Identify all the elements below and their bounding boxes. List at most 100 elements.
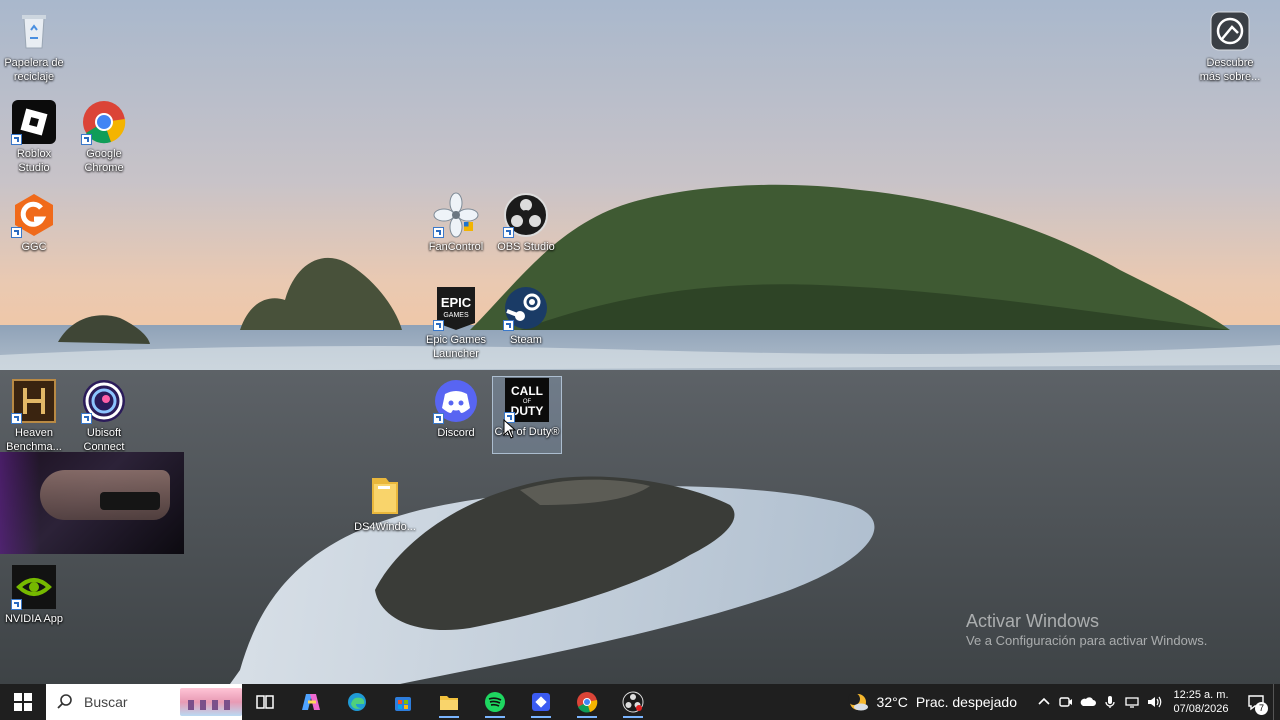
- copilot-icon: [302, 694, 320, 710]
- chrome-button[interactable]: [564, 684, 610, 720]
- clock-date: 07/08/2026: [1173, 703, 1229, 715]
- icon-label: Roblox Studio: [16, 148, 52, 174]
- discover-more-shortcut[interactable]: Descubre más sobre...: [1196, 8, 1264, 84]
- watermark-subtitle: Ve a Configuración para activar Windows.: [966, 633, 1208, 648]
- icon-label: Discord: [437, 427, 475, 439]
- icon-label: Heaven Benchma...: [6, 427, 62, 453]
- microsoft-store-button[interactable]: [380, 684, 426, 720]
- mouse-cursor-icon: [503, 419, 517, 439]
- icon-label: Descubre más sobre...: [1199, 57, 1261, 83]
- app-blue-icon: [532, 693, 550, 711]
- svg-text:DUTY: DUTY: [511, 404, 544, 418]
- ubisoft-connect-shortcut[interactable]: Ubisoft Connect: [70, 378, 138, 454]
- webcam-overlay: [0, 452, 184, 554]
- icon-label: Google Chrome: [84, 148, 124, 174]
- shortcut-arrow-icon: [503, 320, 514, 331]
- chevron-up-icon: [1038, 697, 1050, 705]
- spotify-icon: [485, 692, 505, 712]
- weather-desc: Prac. despejado: [915, 694, 1017, 710]
- recycle-bin-icon: [22, 15, 46, 49]
- shortcut-arrow-icon: [11, 599, 22, 610]
- steam-shortcut[interactable]: Steam: [492, 285, 560, 347]
- heaven-benchmark-shortcut[interactable]: Heaven Benchma...: [0, 378, 68, 454]
- shortcut-arrow-icon: [11, 413, 22, 424]
- weather-temp: 32°C: [876, 694, 908, 710]
- icon-label: OBS Studio: [497, 241, 555, 253]
- svg-text:CALL: CALL: [511, 384, 543, 398]
- windows-logo-icon: [14, 693, 32, 711]
- store-icon: [395, 697, 411, 711]
- file-explorer-button[interactable]: [426, 684, 472, 720]
- cloud-icon: [1080, 697, 1096, 706]
- watermark-title: Activar Windows: [966, 611, 1100, 631]
- edge-icon: [348, 693, 366, 711]
- call-of-duty-shortcut[interactable]: CALL OF DUTY Call of Duty®: [492, 376, 562, 454]
- icon-label: NVIDIA App: [4, 613, 64, 625]
- tray-app-1[interactable]: [1055, 684, 1077, 720]
- show-desktop-button[interactable]: [1273, 684, 1280, 720]
- tray-volume[interactable]: [1143, 684, 1165, 720]
- shortcut-arrow-icon: [81, 134, 92, 145]
- desktop[interactable]: Papelera de reciclaje Roblox Studio Goog…: [0, 0, 1280, 684]
- task-view-button[interactable]: [242, 684, 288, 720]
- taskbar: Buscar 32°C Prac. despejado 12:25 a. m. …: [0, 684, 1280, 720]
- clock-time: 12:25 a. m.: [1173, 689, 1229, 701]
- app-button[interactable]: [518, 684, 564, 720]
- search-placeholder: Buscar: [84, 694, 128, 710]
- edge-button[interactable]: [334, 684, 380, 720]
- tray-network[interactable]: [1121, 684, 1143, 720]
- tray-microphone[interactable]: [1099, 684, 1121, 720]
- spotlight-camera-icon: [1210, 11, 1250, 51]
- search-icon: [57, 694, 72, 709]
- svg-text:EPIC: EPIC: [441, 295, 472, 310]
- wallpaper-beach: [0, 0, 1280, 684]
- shortcut-arrow-icon: [433, 227, 444, 238]
- fancontrol-shortcut[interactable]: FanControl: [422, 192, 490, 254]
- notification-center-button[interactable]: 7: [1239, 684, 1273, 720]
- icon-label: DS4Windo...: [354, 521, 416, 533]
- shortcut-arrow-icon: [11, 134, 22, 145]
- task-view-icon: [256, 695, 274, 709]
- taskbar-search[interactable]: Buscar: [46, 684, 242, 720]
- notification-count: 7: [1255, 702, 1268, 715]
- icon-label: Papelera de reciclaje: [4, 57, 64, 83]
- shortcut-arrow-icon: [433, 320, 444, 331]
- obs-studio-shortcut[interactable]: OBS Studio: [492, 192, 560, 254]
- icon-label: GGC: [21, 241, 47, 253]
- search-highlight-image: [180, 688, 242, 716]
- roblox-studio-shortcut[interactable]: Roblox Studio: [0, 99, 68, 175]
- folder-icon: [372, 478, 398, 514]
- shortcut-arrow-icon: [433, 413, 444, 424]
- activation-watermark: Activar Windows Ve a Configuración para …: [966, 610, 1207, 650]
- folder-icon: [440, 696, 458, 710]
- google-chrome-shortcut[interactable]: Google Chrome: [70, 99, 138, 175]
- spotify-button[interactable]: [472, 684, 518, 720]
- shortcut-arrow-icon: [11, 227, 22, 238]
- nvidia-app-shortcut[interactable]: NVIDIA App: [0, 564, 68, 626]
- tray-overflow-button[interactable]: [1033, 684, 1055, 720]
- obs-icon: [622, 691, 644, 713]
- microphone-icon: [1105, 696, 1115, 708]
- system-tray: 32°C Prac. despejado 12:25 a. m. 07/08/2…: [847, 684, 1280, 720]
- icon-label: Steam: [510, 334, 542, 346]
- chrome-icon: [577, 692, 598, 713]
- obs-studio-button[interactable]: [610, 684, 656, 720]
- icon-label: Epic Games Launcher: [426, 334, 486, 360]
- recycle-bin-icon-shortcut[interactable]: Papelera de reciclaje: [0, 8, 68, 84]
- ggc-shortcut[interactable]: GGC: [0, 192, 68, 254]
- network-icon: [1125, 697, 1139, 708]
- tray-onedrive[interactable]: [1077, 684, 1099, 720]
- shortcut-arrow-icon: [81, 413, 92, 424]
- discord-shortcut[interactable]: Discord: [422, 378, 490, 440]
- meet-now-icon: [1059, 697, 1072, 707]
- start-button[interactable]: [0, 684, 46, 720]
- copilot-button[interactable]: [288, 684, 334, 720]
- ds4windows-folder[interactable]: DS4Windo...: [351, 472, 419, 534]
- icon-label: FanControl: [428, 241, 484, 253]
- taskbar-clock[interactable]: 12:25 a. m. 07/08/2026: [1171, 688, 1231, 716]
- shortcut-arrow-icon: [503, 227, 514, 238]
- weather-widget[interactable]: 32°C Prac. despejado: [847, 691, 1017, 713]
- weather-moon-icon: [847, 693, 868, 711]
- svg-text:GAMES: GAMES: [443, 312, 469, 319]
- epic-games-shortcut[interactable]: EPIC GAMES Epic Games Launcher: [422, 285, 490, 361]
